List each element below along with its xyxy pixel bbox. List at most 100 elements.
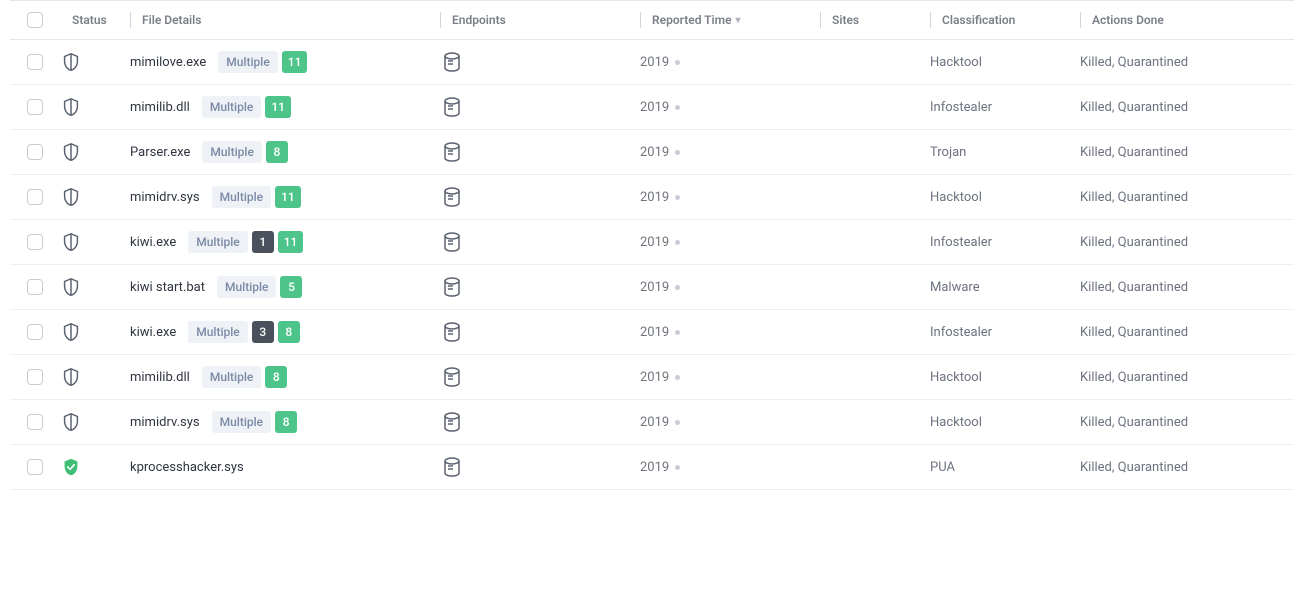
reported-time: 2019 (640, 100, 669, 115)
table-row[interactable]: kprocesshacker.sys2019PUAKilled, Quarant… (10, 445, 1294, 490)
row-checkbox[interactable] (27, 279, 43, 295)
shield-threat-icon (60, 186, 82, 208)
shield-check-icon (60, 456, 82, 478)
shield-threat-icon (60, 276, 82, 298)
count-badge[interactable]: 8 (265, 366, 287, 388)
classification: Hacktool (930, 415, 982, 430)
multiple-badge[interactable]: Multiple (202, 141, 262, 163)
time-indicator-dot-icon (675, 195, 680, 200)
time-indicator-dot-icon (675, 60, 680, 65)
shield-threat-icon (60, 366, 82, 388)
count-badge[interactable]: 3 (252, 321, 274, 343)
table-row[interactable]: mimilib.dllMultiple82019HacktoolKilled, … (10, 355, 1294, 400)
count-badge[interactable]: 8 (266, 141, 288, 163)
count-badge[interactable]: 11 (265, 96, 291, 118)
classification: Malware (930, 280, 980, 295)
reported-time: 2019 (640, 190, 669, 205)
sort-desc-icon: ▾ (736, 15, 741, 26)
row-checkbox[interactable] (27, 99, 43, 115)
row-checkbox[interactable] (27, 144, 43, 160)
file-name: kiwi start.bat (130, 280, 205, 295)
header-reported-time[interactable]: Reported Time ▾ (640, 13, 820, 27)
classification: Infostealer (930, 325, 992, 340)
time-indicator-dot-icon (675, 465, 680, 470)
multiple-badge[interactable]: Multiple (218, 51, 278, 73)
multiple-badge[interactable]: Multiple (212, 411, 272, 433)
header-sites-label: Sites (832, 13, 859, 27)
header-actions-done[interactable]: Actions Done (1080, 13, 1294, 27)
table-row[interactable]: mimilib.dllMultiple112019InfostealerKill… (10, 85, 1294, 130)
count-badge[interactable]: 1 (252, 231, 274, 253)
database-icon[interactable] (440, 50, 464, 74)
actions-done: Killed, Quarantined (1080, 235, 1188, 250)
row-checkbox[interactable] (27, 234, 43, 250)
table-header: Status File Details Endpoints Reported T… (10, 0, 1294, 40)
table-row[interactable]: kiwi.exeMultiple1112019InfostealerKilled… (10, 220, 1294, 265)
header-sites[interactable]: Sites (820, 13, 930, 27)
header-endpoints-label: Endpoints (452, 13, 506, 27)
multiple-badge[interactable]: Multiple (202, 96, 262, 118)
multiple-badge[interactable]: Multiple (217, 276, 277, 298)
header-classification[interactable]: Classification (930, 13, 1080, 27)
time-indicator-dot-icon (675, 150, 680, 155)
header-status-label: Status (72, 13, 107, 27)
database-icon[interactable] (440, 365, 464, 389)
classification: Infostealer (930, 100, 992, 115)
reported-time: 2019 (640, 415, 669, 430)
classification: PUA (930, 460, 955, 475)
database-icon[interactable] (440, 95, 464, 119)
file-name: mimilib.dll (130, 370, 190, 385)
actions-done: Killed, Quarantined (1080, 145, 1188, 160)
database-icon[interactable] (440, 455, 464, 479)
row-checkbox[interactable] (27, 414, 43, 430)
table-row[interactable]: Parser.exeMultiple82019TrojanKilled, Qua… (10, 130, 1294, 175)
row-checkbox[interactable] (27, 54, 43, 70)
database-icon[interactable] (440, 230, 464, 254)
reported-time: 2019 (640, 370, 669, 385)
database-icon[interactable] (440, 275, 464, 299)
header-file-details[interactable]: File Details (130, 13, 440, 27)
select-all-checkbox[interactable] (27, 12, 43, 28)
table-row[interactable]: kiwi.exeMultiple382019InfostealerKilled,… (10, 310, 1294, 355)
database-icon[interactable] (440, 320, 464, 344)
multiple-badge[interactable]: Multiple (212, 186, 272, 208)
count-badge[interactable]: 8 (275, 411, 297, 433)
database-icon[interactable] (440, 140, 464, 164)
header-endpoints[interactable]: Endpoints (440, 13, 640, 27)
count-badge[interactable]: 11 (278, 231, 304, 253)
shield-threat-icon (60, 411, 82, 433)
file-name: mimidrv.sys (130, 190, 200, 205)
multiple-badge[interactable]: Multiple (188, 321, 248, 343)
database-icon[interactable] (440, 410, 464, 434)
reported-time: 2019 (640, 55, 669, 70)
table-row[interactable]: kiwi start.batMultiple52019MalwareKilled… (10, 265, 1294, 310)
table-row[interactable]: mimidrv.sysMultiple112019HacktoolKilled,… (10, 175, 1294, 220)
table-row[interactable]: mimidrv.sysMultiple82019HacktoolKilled, … (10, 400, 1294, 445)
row-checkbox[interactable] (27, 459, 43, 475)
classification: Infostealer (930, 235, 992, 250)
row-checkbox[interactable] (27, 189, 43, 205)
table-row[interactable]: mimilove.exeMultiple112019HacktoolKilled… (10, 40, 1294, 85)
reported-time: 2019 (640, 280, 669, 295)
multiple-badge[interactable]: Multiple (188, 231, 248, 253)
count-badge[interactable]: 11 (275, 186, 301, 208)
row-checkbox[interactable] (27, 369, 43, 385)
database-icon[interactable] (440, 185, 464, 209)
time-indicator-dot-icon (675, 105, 680, 110)
reported-time: 2019 (640, 460, 669, 475)
file-name: mimidrv.sys (130, 415, 200, 430)
shield-threat-icon (60, 141, 82, 163)
file-name: kprocesshacker.sys (130, 460, 244, 475)
time-indicator-dot-icon (675, 285, 680, 290)
row-checkbox[interactable] (27, 324, 43, 340)
count-badge[interactable]: 8 (278, 321, 300, 343)
header-classification-label: Classification (942, 13, 1015, 27)
reported-time: 2019 (640, 145, 669, 160)
header-time-label: Reported Time (652, 13, 732, 27)
header-status[interactable]: Status (60, 13, 130, 27)
count-badge[interactable]: 11 (282, 51, 308, 73)
file-name: Parser.exe (130, 145, 190, 160)
multiple-badge[interactable]: Multiple (202, 366, 262, 388)
time-indicator-dot-icon (675, 330, 680, 335)
count-badge[interactable]: 5 (280, 276, 302, 298)
